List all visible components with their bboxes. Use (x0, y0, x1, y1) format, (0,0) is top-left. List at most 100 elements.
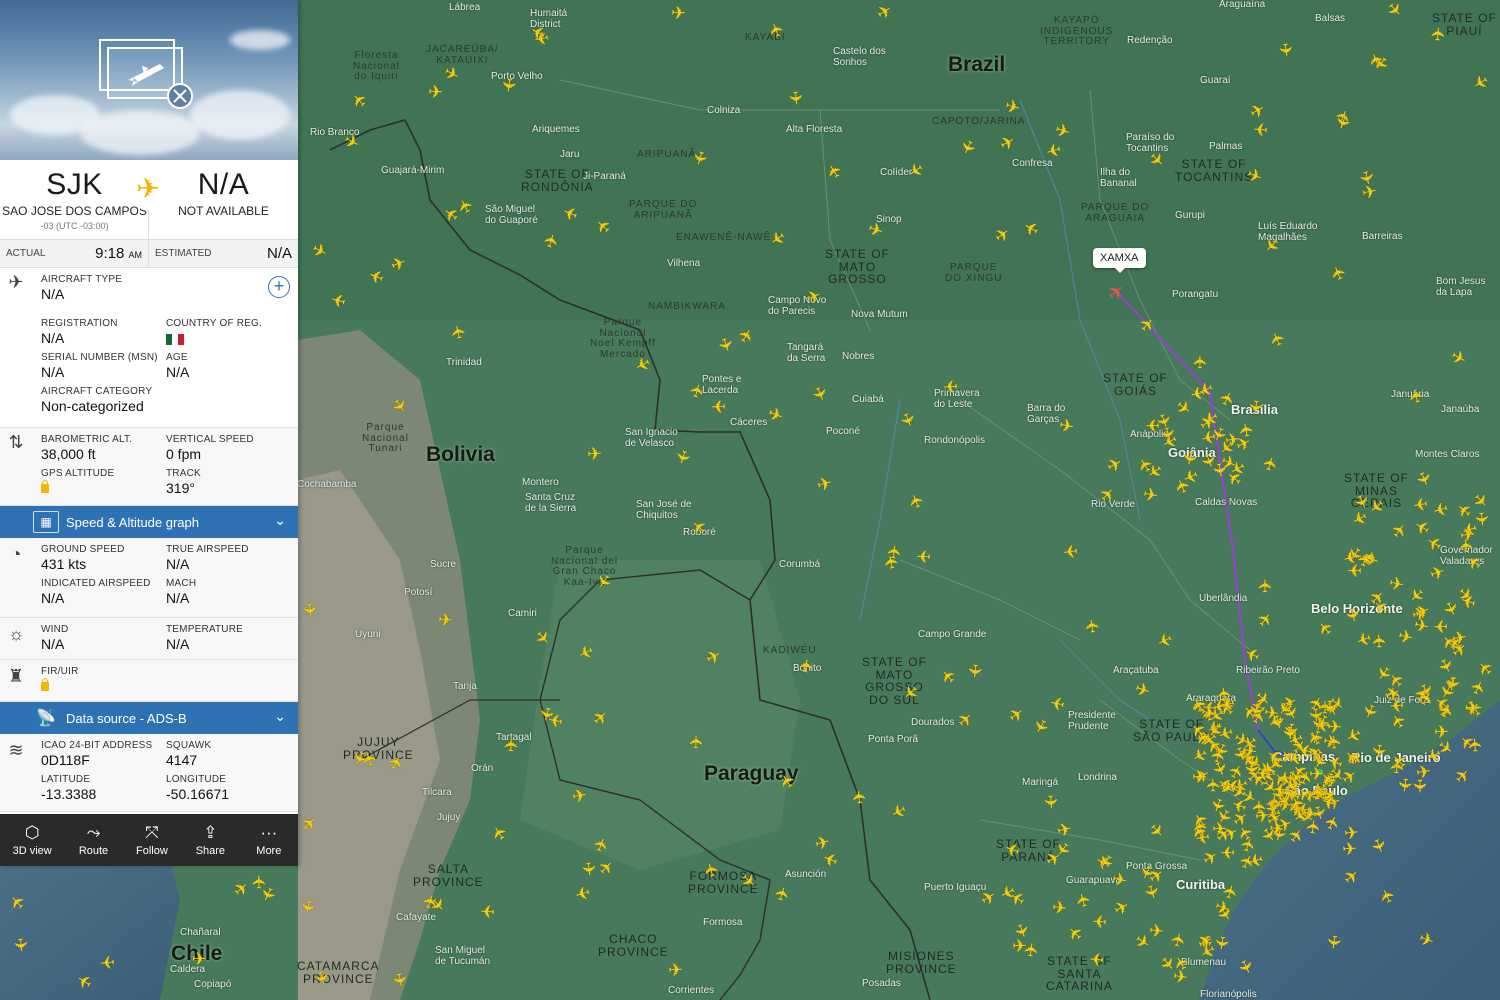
city-label: Uberlândia (1199, 593, 1248, 604)
aircraft-marker-icon[interactable]: ✈ (1409, 779, 1429, 794)
aircraft-marker-icon[interactable]: ✈ (710, 396, 726, 417)
aircraft-marker-icon[interactable]: ✈ (1275, 42, 1297, 59)
aircraft-marker-icon[interactable]: ✈ (587, 444, 603, 465)
aircraft-marker-icon[interactable]: ✈ (1268, 818, 1285, 840)
speed-altitude-graph-toggle[interactable]: ▦ Speed & Altitude graph ⌄ (0, 506, 298, 538)
aircraft-marker-icon[interactable]: ✈ (1172, 966, 1190, 988)
add-aircraft-button[interactable]: + (268, 276, 290, 298)
track-label: TRACK (166, 468, 201, 479)
route-icon: ⤳ (86, 822, 101, 842)
aircraft-marker-icon[interactable]: ✈ (1429, 25, 1450, 41)
aircraft-marker-icon[interactable]: ✈ (498, 76, 520, 94)
aircraft-marker-icon[interactable]: ✈ (671, 3, 687, 24)
aircraft-marker-icon[interactable]: ✈ (1412, 493, 1430, 515)
aircraft-marker-icon[interactable]: ✈ (1458, 524, 1476, 546)
longitude-label: LONGITUDE (166, 774, 227, 785)
more-button[interactable]: ··· More (240, 814, 298, 866)
indicated-airspeed-value: N/A (41, 590, 65, 606)
aircraft-marker-icon[interactable]: ✈ (1081, 617, 1103, 635)
serial-value: N/A (41, 364, 65, 380)
age-value: N/A (166, 364, 190, 380)
aircraft-marker-icon[interactable]: ✈ (686, 735, 706, 750)
squawk-field: SQUAWK 4147 (166, 734, 291, 768)
city-label: Posadas (862, 978, 901, 989)
aircraft-photo-placeholder (0, 0, 298, 160)
aircraft-marker-icon[interactable]: ✈ (1433, 616, 1448, 636)
3d-view-button[interactable]: ⬡ 3D view (0, 814, 64, 866)
share-icon: ⇪ (203, 822, 218, 842)
aircraft-marker-icon[interactable]: ✈ (1343, 822, 1360, 843)
aircraft-marker-icon[interactable]: ✈ (1256, 578, 1276, 593)
more-icon: ··· (260, 822, 278, 842)
aircraft-marker-icon[interactable]: ✈ (427, 81, 443, 102)
aircraft-type-field: AIRCRAFT TYPE N/A (41, 268, 291, 312)
aircraft-marker-icon[interactable]: ✈ (299, 602, 321, 619)
follow-button[interactable]: ⤧ Follow (123, 814, 181, 866)
city-label: Orán (471, 763, 494, 774)
aircraft-marker-icon[interactable]: ✈ (1465, 699, 1480, 717)
aircraft-marker-icon[interactable]: ✈ (1465, 737, 1486, 754)
mexico-flag-icon (166, 333, 184, 345)
selected-flight-callout[interactable]: XAMXA (1093, 248, 1146, 273)
aircraft-marker-icon[interactable]: ✈ (437, 609, 454, 630)
aircraft-marker-icon[interactable]: ✈ (1091, 911, 1107, 932)
aircraft-marker-icon[interactable]: ✈ (785, 89, 806, 106)
aircraft-marker-icon[interactable]: ✈ (1048, 691, 1067, 714)
aircraft-marker-icon[interactable]: ✈ (964, 663, 985, 680)
speedometer-icon: ◔ (10, 544, 22, 564)
aircraft-marker-icon[interactable]: ✈ (192, 950, 207, 968)
aircraft-marker-icon[interactable]: ✈ (795, 657, 817, 675)
indicated-airspeed-label: INDICATED AIRSPEED (41, 578, 151, 589)
aircraft-marker-icon[interactable]: ✈ (1050, 897, 1067, 919)
aircraft-marker-icon[interactable]: ✈ (1057, 415, 1076, 438)
aircraft-marker-icon[interactable]: ✈ (1012, 936, 1027, 956)
aircraft-marker-icon[interactable]: ✈ (1040, 793, 1061, 809)
aircraft-marker-icon[interactable]: ✈ (578, 860, 599, 877)
aircraft-marker-icon[interactable]: ✈ (570, 785, 588, 807)
aircraft-marker-icon[interactable]: ✈ (501, 738, 521, 753)
city-label: Corumbá (779, 559, 821, 570)
aircraft-marker-icon[interactable]: ✈ (1062, 540, 1079, 562)
city-label: Ilha do Bananal (1100, 167, 1137, 189)
lock-icon[interactable] (41, 678, 49, 691)
aircraft-marker-icon[interactable]: ✈ (915, 546, 931, 567)
city-label: Dourados (911, 717, 955, 728)
aircraft-marker-icon[interactable]: ✈ (1223, 429, 1241, 451)
city-label: Potosí (404, 587, 433, 598)
squawk-value: 4147 (166, 752, 198, 768)
city-label: Vilhena (667, 258, 701, 269)
aircraft-marker-icon[interactable]: ✈ (1088, 948, 1105, 969)
aircraft-marker-icon[interactable]: ✈ (849, 788, 871, 806)
city-label: Colniza (707, 105, 741, 116)
temperature-label: TEMPERATURE (166, 624, 244, 635)
aircraft-marker-icon[interactable]: ✈ (1192, 768, 1207, 786)
aircraft-marker-icon[interactable]: ✈ (667, 959, 683, 980)
route-button[interactable]: ⤳ Route (64, 814, 122, 866)
aircraft-marker-icon[interactable]: ✈ (1368, 742, 1390, 760)
aircraft-marker-icon[interactable]: ✈ (99, 951, 116, 972)
aircraft-marker-icon[interactable]: ✈ (1191, 355, 1211, 370)
aircraft-marker-icon[interactable]: ✈ (1141, 483, 1160, 506)
aircraft-marker-icon[interactable]: ✈ (1327, 717, 1343, 738)
data-source-toggle[interactable]: 📡 Data source - ADS-B ⌄ (0, 702, 298, 734)
aircraft-marker-icon[interactable]: ✈ (479, 901, 495, 922)
fir-value (41, 678, 291, 694)
lock-icon[interactable] (41, 480, 49, 493)
aircraft-marker-icon[interactable]: ✈ (1471, 510, 1492, 527)
destination-airport[interactable]: N/A NOT AVAILABLE (149, 160, 298, 218)
city-label: Guajará-Mirim (381, 165, 445, 176)
aircraft-marker-icon[interactable]: ✈ (1255, 762, 1272, 783)
city-label: Uyuni (355, 629, 381, 640)
aircraft-marker-icon[interactable]: ✈ (1370, 633, 1391, 649)
share-button[interactable]: ⇪ Share (181, 814, 239, 866)
country-label: Brazil (948, 53, 1006, 76)
fir-section: ♜ FIR/UIR (0, 660, 298, 702)
antenna-icon: 📡 (36, 710, 56, 727)
aircraft-marker-icon[interactable]: ✈ (10, 936, 31, 953)
aircraft-marker-icon[interactable]: ✈ (1219, 841, 1235, 862)
true-airspeed-value: N/A (166, 556, 190, 572)
aircraft-marker-icon[interactable]: ✈ (1245, 399, 1266, 415)
aircraft-marker-icon[interactable]: ✈ (942, 376, 958, 397)
aircraft-marker-icon[interactable]: ✈ (1323, 933, 1345, 951)
aircraft-marker-icon[interactable]: ✈ (1387, 573, 1406, 596)
